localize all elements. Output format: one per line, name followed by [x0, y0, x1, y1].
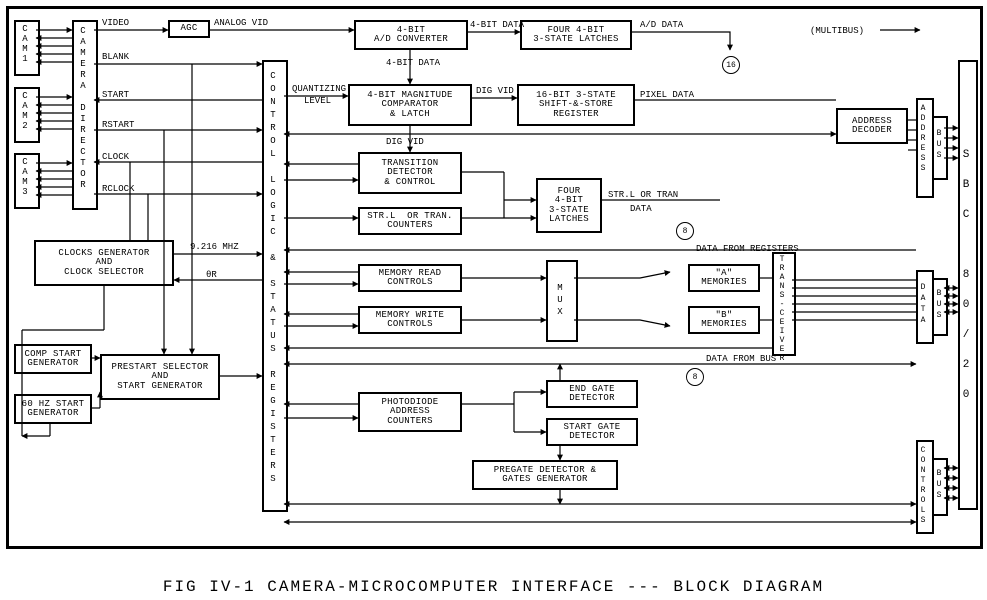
connections-svg — [0, 0, 987, 600]
figure-caption: FIG IV-1 CAMERA-MICROCOMPUTER INTERFACE … — [0, 578, 987, 596]
